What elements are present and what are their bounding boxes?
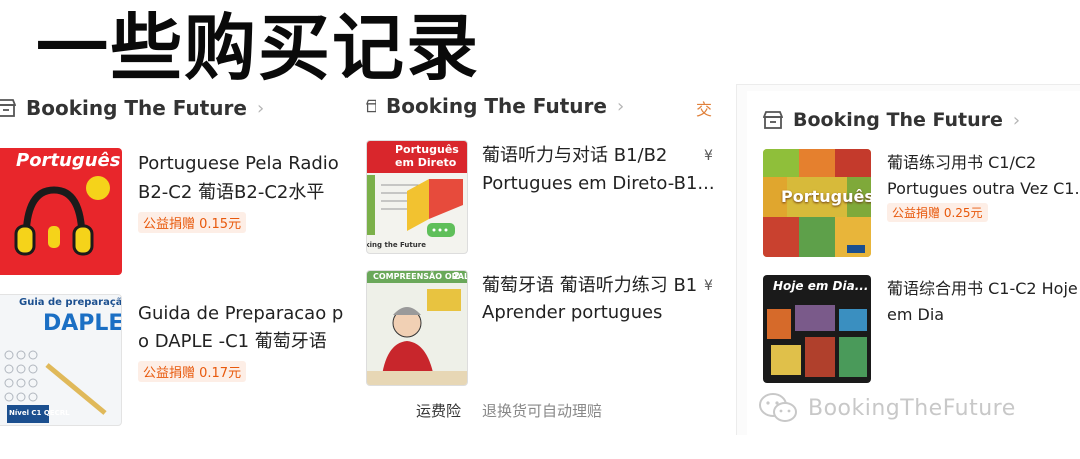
shop-name: Booking The Future [26,96,247,120]
product-image: Hoje em Dia... [763,275,871,383]
product-image: Português pela Rádio [0,148,122,275]
chevron-right-icon: › [616,95,625,117]
item-title-line-2: Portugues em Direto-B1... [482,173,715,194]
store-icon [365,99,376,113]
trade-status-text: 交 [696,100,713,119]
store-icon [0,99,16,117]
item-title-line-2: B2-C2 葡语B2-C2水平 [138,182,325,203]
item-title-line-1: 葡语综合用书 C1-C2 Hoje [887,279,1078,298]
page-title: 一些购买记录 [36,6,481,90]
wechat-icon [759,393,797,422]
product-image: Guia de preparação para o DAPLE Nível C1… [0,294,122,426]
donation-tag: 公益捐赠 0.25元 [887,203,988,222]
order-card-2: Booking The Future › 交 Português em Dire… [352,80,724,425]
store-icon [763,111,783,129]
cover-art-icon [367,175,463,237]
person-illustration-icon [367,289,467,385]
chevron-right-icon: › [1012,109,1021,131]
product-image: COMPREENSÃO ORAL 2 [366,270,468,386]
answer-sheet-icon [4,350,107,423]
price: ¥ [704,278,713,294]
item-title-line-1: 葡语听力与对话 B1/B2 [482,145,668,166]
item-title-line-2: em Dia [887,305,945,324]
watermark: BookingTheFuture [758,392,1016,424]
shop-header[interactable]: Booking The Future › [362,94,624,118]
product-image: Português em Direto king the Future [366,140,468,254]
item-title-line-1: Portuguese Pela Radio [138,153,339,174]
shop-name: Booking The Future [386,94,607,118]
donation-tag: 公益捐赠 0.15元 [138,212,247,233]
cover-level: Nível C1 QECRL [9,409,70,417]
item-title-line-2: Portugues outra Vez C1... [887,179,1080,198]
shop-name: Booking The Future [793,109,1003,131]
collage-cover-icon [767,305,867,377]
headphones-icon [14,176,110,256]
cover-footer: king the Future [366,241,426,249]
shop-header[interactable]: Booking The Future › [763,109,1020,131]
item-title-line-1: 葡语练习用书 C1/C2 [887,153,1037,172]
item-title-line-1: 葡萄牙语 葡语听力练习 B1 [482,275,698,296]
item-title-line-2: Aprender portugues [482,302,663,323]
price: ¥ [704,148,713,164]
shop-header[interactable]: Booking The Future › [0,96,264,120]
product-image: Português outra Vez [763,149,871,257]
item-title-line-2: o DAPLE -C1 葡萄牙语 [138,331,327,352]
cover-title: Português outra Vez [781,187,871,206]
item-title-line-1: Guida de Preparacao p [138,303,344,324]
shipping-insurance-label: 运费险 [416,402,462,420]
order-card-3: Booking The Future › Português outr [736,84,1080,435]
order-card-1: Booking The Future › Português pela Rádi… [0,84,348,434]
shipping-insurance-text: 退换货可自动理赔 [482,402,603,420]
watermark-text: BookingTheFuture [808,395,1016,421]
donation-tag: 公益捐赠 0.17元 [138,361,247,382]
chevron-right-icon: › [256,97,265,119]
